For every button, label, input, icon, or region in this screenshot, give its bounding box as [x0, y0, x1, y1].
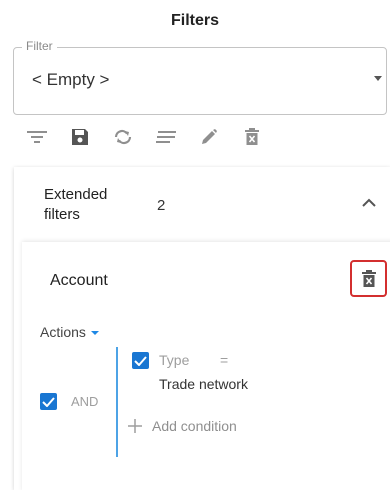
condition-operator[interactable]: =	[220, 352, 228, 368]
and-checkbox[interactable]	[40, 393, 57, 410]
condition-value[interactable]: Trade network	[159, 376, 248, 392]
dropdown-arrow-icon[interactable]	[374, 76, 382, 81]
account-filter-card: Account Actions AND Type = Trade network…	[22, 242, 390, 490]
and-group: AND	[40, 393, 98, 410]
group-divider	[116, 347, 118, 457]
chevron-up-icon[interactable]	[362, 194, 376, 212]
edit-pencil-icon[interactable]	[198, 126, 220, 148]
extended-filters-count: 2	[157, 197, 166, 214]
add-condition-label: Add condition	[152, 418, 237, 434]
list-icon[interactable]	[155, 126, 177, 148]
actions-dropdown[interactable]: Actions	[40, 324, 99, 340]
condition-checkbox[interactable]	[132, 352, 149, 369]
save-icon[interactable]	[69, 126, 91, 148]
extended-filters-label: Extended filters	[44, 186, 108, 223]
delete-icon	[361, 270, 376, 287]
delete-icon[interactable]	[241, 126, 263, 148]
caret-down-icon	[90, 331, 99, 335]
filter-value: < Empty >	[32, 70, 110, 89]
plus-icon	[128, 419, 142, 433]
page-title: Filters	[170, 12, 219, 29]
add-condition-button[interactable]: Add condition	[127, 418, 237, 434]
sync-icon[interactable]	[112, 126, 134, 148]
account-title: Account	[50, 272, 108, 289]
toolbar	[26, 125, 263, 149]
actions-label: Actions	[40, 324, 86, 340]
and-label: AND	[71, 394, 99, 409]
delete-filter-button[interactable]	[350, 260, 387, 297]
filter-select[interactable]: Filter < Empty >	[13, 39, 387, 115]
extended-filters-panel: Extended filters 2 Account Actions AND T…	[14, 167, 390, 490]
filter-list-icon[interactable]	[26, 126, 48, 148]
condition-field[interactable]: Type	[159, 352, 189, 368]
filter-label: Filter	[22, 39, 57, 53]
